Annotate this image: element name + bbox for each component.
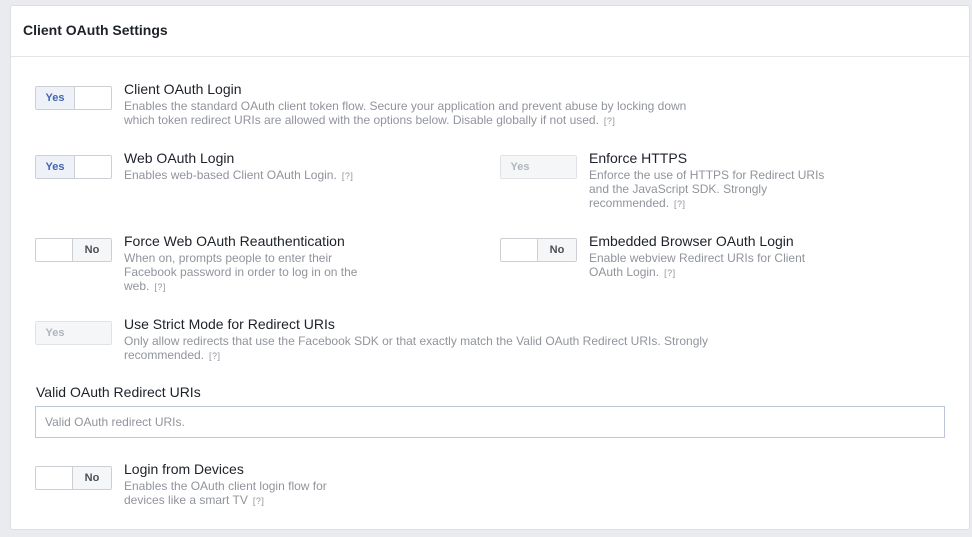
embedded-browser-oauth-description: Enable webview Redirect URIs for Client … [589,251,849,280]
embedded-browser-oauth-toggle[interactable]: No [500,238,577,262]
description-text: recommended. [124,348,205,362]
description-text: OAuth Login. [589,265,660,279]
help-link[interactable]: [?] [604,116,616,126]
client-oauth-login-description: Enables the standard OAuth client token … [124,99,724,128]
login-from-devices-toggle[interactable]: No [35,466,112,490]
description-line: Only allow redirects that use the Facebo… [124,334,709,348]
enforce-https-toggle[interactable]: Yes [500,155,577,179]
embedded-browser-oauth-title: Embedded Browser OAuth Login [589,233,794,249]
redirect-uris-input[interactable] [35,406,945,438]
description-line: and the JavaScript SDK. Strongly [589,182,768,196]
description-line: Enforce the use of HTTPS for Redirect UR… [589,168,825,182]
client-oauth-login-title: Client OAuth Login [124,81,242,97]
login-from-devices-description: Enables the OAuth client login flow for … [124,479,384,508]
description-line: devices like a smart TV [?] [124,493,384,508]
help-link[interactable]: [?] [154,282,166,292]
strict-mode-toggle[interactable]: Yes [35,321,112,345]
enforce-https-title: Enforce HTTPS [589,150,688,166]
description-line: recommended. [?] [124,348,744,363]
description-text: recommended. [589,196,670,210]
strict-mode-title: Use Strict Mode for Redirect URIs [124,316,335,332]
force-web-oauth-reauth-toggle[interactable]: No [35,238,112,262]
description-text: Enables web-based Client OAuth Login. [124,168,337,182]
redirect-uris-label: Valid OAuth Redirect URIs [36,384,201,400]
toggle-state-label: No [72,239,111,261]
client-oauth-settings-panel: Client OAuth Settings Yes Client OAuth L… [10,5,970,530]
toggle-state-label: No [72,467,111,489]
help-link[interactable]: [?] [342,171,354,181]
description-line: When on, prompts people to enter their [124,251,333,265]
toggle-state-label: Yes [36,87,75,109]
force-web-oauth-reauth-description: When on, prompts people to enter their F… [124,251,384,294]
description-line: Enable webview Redirect URIs for Client [589,251,806,265]
description-text: web. [124,279,150,293]
help-link[interactable]: [?] [664,268,676,278]
description-line: recommended. [?] [589,196,849,211]
description-line: Enables the OAuth client login flow for [124,479,327,493]
strict-mode-description: Only allow redirects that use the Facebo… [124,334,744,363]
description-text: which token redirect URIs are allowed wi… [124,113,599,127]
description-line: Facebook password in order to log in on … [124,265,358,279]
panel-title: Client OAuth Settings [23,22,168,38]
description-line: web. [?] [124,279,384,294]
help-link[interactable]: [?] [674,199,686,209]
description-line: OAuth Login. [?] [589,265,849,280]
toggle-state-label: No [537,239,576,261]
web-oauth-login-title: Web OAuth Login [124,150,235,166]
force-web-oauth-reauth-title: Force Web OAuth Reauthentication [124,233,345,249]
enforce-https-description: Enforce the use of HTTPS for Redirect UR… [589,168,849,211]
help-link[interactable]: [?] [209,351,221,361]
toggle-state-label: Yes [501,156,540,178]
login-from-devices-title: Login from Devices [124,461,244,477]
client-oauth-login-toggle[interactable]: Yes [35,86,112,110]
description-line: which token redirect URIs are allowed wi… [124,113,724,128]
toggle-state-label: Yes [36,156,75,178]
description-text: devices like a smart TV [124,493,248,507]
description-line: Enables the standard OAuth client token … [124,99,687,113]
web-oauth-login-toggle[interactable]: Yes [35,155,112,179]
toggle-state-label: Yes [36,322,75,344]
web-oauth-login-description: Enables web-based Client OAuth Login. [?] [124,168,454,183]
description-line: Enables web-based Client OAuth Login. [?] [124,168,454,183]
panel-header: Client OAuth Settings [11,6,969,57]
help-link[interactable]: [?] [253,496,265,506]
